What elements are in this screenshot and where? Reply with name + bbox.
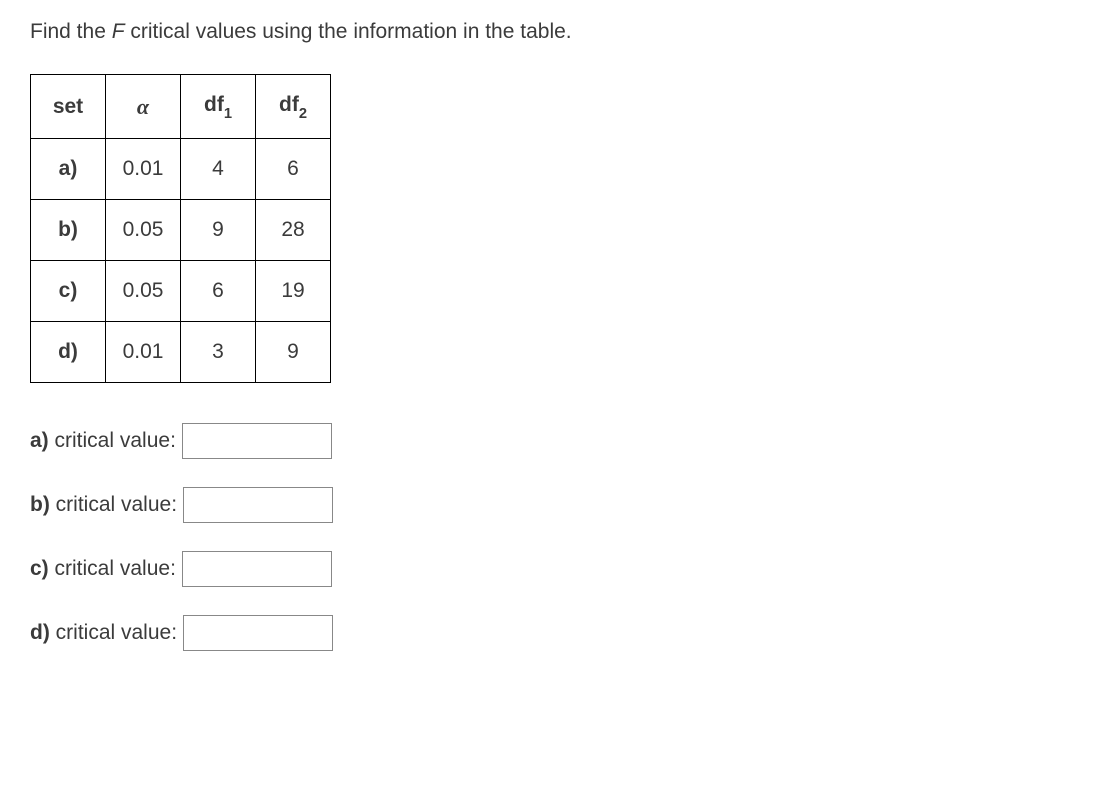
answer-input-a[interactable] xyxy=(182,423,332,459)
cell-alpha: 0.01 xyxy=(106,322,181,383)
answer-row-c: c) critical value: xyxy=(30,551,1070,587)
col-df2: df2 xyxy=(256,75,331,139)
cell-df1: 3 xyxy=(181,322,256,383)
answer-text: critical value: xyxy=(49,557,176,580)
cell-df1: 4 xyxy=(181,139,256,200)
cell-df1: 9 xyxy=(181,200,256,261)
df1-sub: 1 xyxy=(224,106,232,122)
answer-row-b: b) critical value: xyxy=(30,487,1070,523)
df1-base: df xyxy=(204,93,224,116)
col-df1: df1 xyxy=(181,75,256,139)
cell-set: c) xyxy=(31,261,106,322)
cell-set: a) xyxy=(31,139,106,200)
answer-label: a) critical value: xyxy=(30,429,176,453)
answer-key: b) xyxy=(30,493,50,516)
answer-input-d[interactable] xyxy=(183,615,333,651)
instruction-post: critical values using the information in… xyxy=(125,20,572,43)
table-row: c) 0.05 6 19 xyxy=(31,261,331,322)
cell-alpha: 0.05 xyxy=(106,261,181,322)
answer-text: critical value: xyxy=(49,429,176,452)
answer-label: b) critical value: xyxy=(30,493,177,517)
cell-alpha: 0.05 xyxy=(106,200,181,261)
answer-text: critical value: xyxy=(50,493,177,516)
answer-row-a: a) critical value: xyxy=(30,423,1070,459)
cell-set: d) xyxy=(31,322,106,383)
data-table: set α df1 df2 a) 0.01 4 6 b) 0.05 9 28 c… xyxy=(30,74,331,383)
answer-key: a) xyxy=(30,429,49,452)
cell-df1: 6 xyxy=(181,261,256,322)
answer-input-c[interactable] xyxy=(182,551,332,587)
df2-base: df xyxy=(279,93,299,116)
cell-alpha: 0.01 xyxy=(106,139,181,200)
table-row: a) 0.01 4 6 xyxy=(31,139,331,200)
cell-df2: 6 xyxy=(256,139,331,200)
answer-key: d) xyxy=(30,621,50,644)
instruction-var: F xyxy=(112,20,125,43)
table-row: d) 0.01 3 9 xyxy=(31,322,331,383)
cell-df2: 19 xyxy=(256,261,331,322)
answer-text: critical value: xyxy=(50,621,177,644)
answers-block: a) critical value: b) critical value: c)… xyxy=(30,423,1070,651)
instruction-text: Find the F critical values using the inf… xyxy=(30,20,1070,44)
instruction-pre: Find the xyxy=(30,20,112,43)
col-set: set xyxy=(31,75,106,139)
answer-key: c) xyxy=(30,557,49,580)
df2-sub: 2 xyxy=(299,106,307,122)
answer-label: d) critical value: xyxy=(30,621,177,645)
table-row: b) 0.05 9 28 xyxy=(31,200,331,261)
answer-row-d: d) critical value: xyxy=(30,615,1070,651)
cell-df2: 28 xyxy=(256,200,331,261)
cell-df2: 9 xyxy=(256,322,331,383)
alpha-symbol: α xyxy=(137,94,149,119)
answer-label: c) critical value: xyxy=(30,557,176,581)
cell-set: b) xyxy=(31,200,106,261)
table-header-row: set α df1 df2 xyxy=(31,75,331,139)
answer-input-b[interactable] xyxy=(183,487,333,523)
col-alpha: α xyxy=(106,75,181,139)
